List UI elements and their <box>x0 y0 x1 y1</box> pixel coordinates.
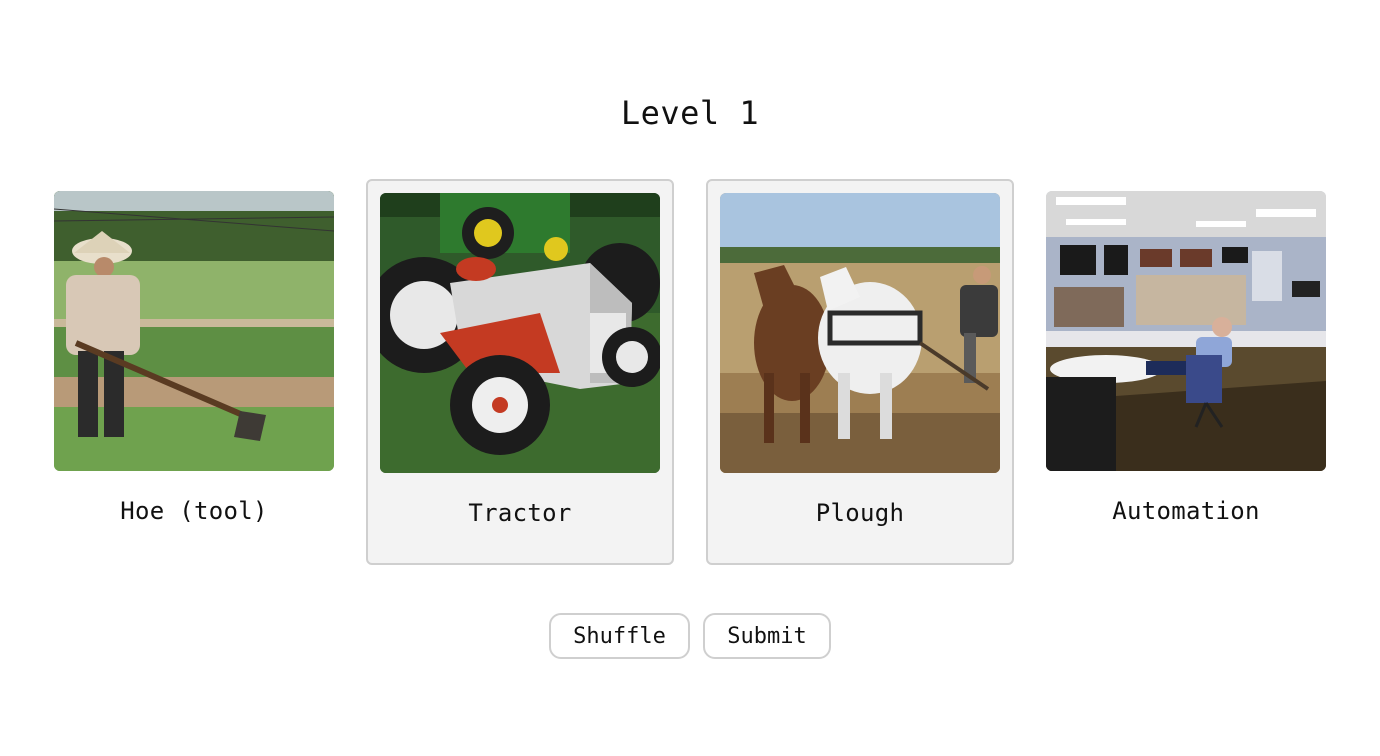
card-label: Tractor <box>468 499 572 527</box>
shuffle-button[interactable]: Shuffle <box>549 613 690 659</box>
card-label: Hoe (tool) <box>120 497 268 525</box>
hoe-image <box>54 191 334 471</box>
card-label: Automation <box>1112 497 1260 525</box>
card-label: Plough <box>815 499 905 527</box>
card-automation[interactable]: Automation <box>1046 191 1326 525</box>
card-plough[interactable]: Plough <box>706 179 1014 565</box>
plough-image <box>720 193 1000 473</box>
tractor-image <box>380 193 660 473</box>
level-title: Level 1 <box>620 94 760 132</box>
submit-button[interactable]: Submit <box>703 613 831 659</box>
card-hoe[interactable]: Hoe (tool) <box>54 191 334 525</box>
automation-image <box>1046 191 1326 471</box>
card-tractor[interactable]: Tractor <box>366 179 674 565</box>
